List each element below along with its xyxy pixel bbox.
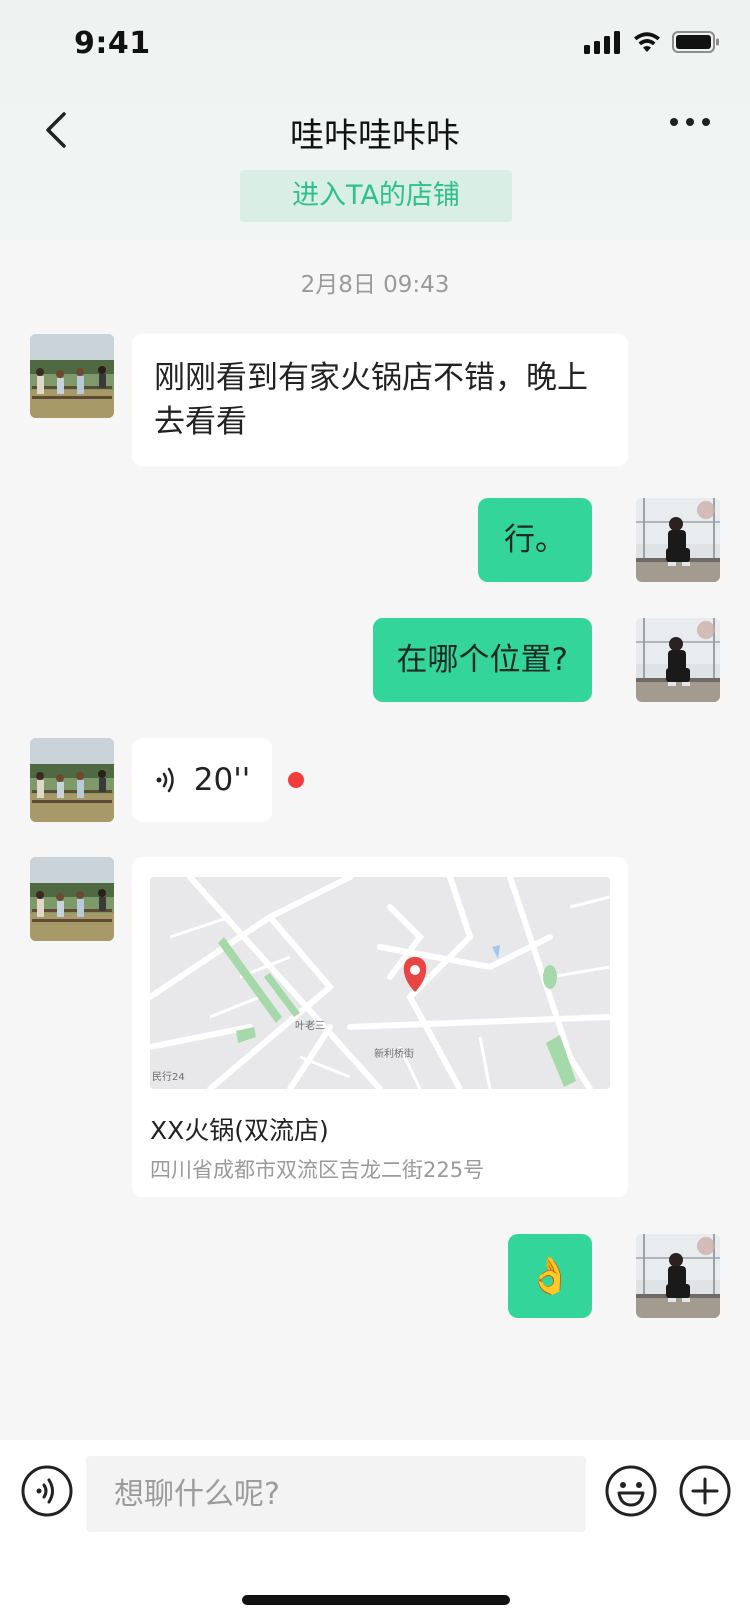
emoji-icon[interactable] — [604, 1464, 658, 1518]
location-map[interactable]: 叶老三 新利桥街 民行24 — [150, 877, 610, 1089]
voice-icon[interactable] — [20, 1464, 74, 1518]
voice-message-bubble[interactable]: 20'' — [132, 738, 272, 822]
voice-wave-icon — [156, 767, 174, 793]
contact-avatar[interactable] — [30, 857, 114, 941]
chat-header: 9:41 哇咔哇咔咔 进入TA的店铺 — [0, 0, 750, 240]
my-avatar[interactable] — [636, 498, 720, 582]
wifi-icon — [634, 32, 660, 52]
svg-text:民行24: 民行24 — [152, 1070, 185, 1083]
message-timestamp: 2月8日 09:43 — [300, 272, 450, 298]
location-name: XX火锅(双流店) — [150, 1116, 329, 1145]
battery-icon — [672, 31, 719, 53]
chat-title: 哇咔哇咔咔 — [290, 116, 460, 156]
home-indicator — [242, 1595, 510, 1605]
location-card[interactable]: 叶老三 新利桥街 民行24 XX火锅(双流店) 四川省成都市双流区吉龙二街225… — [132, 857, 628, 1197]
unread-dot — [288, 772, 304, 788]
nav-bar: 哇咔哇咔咔 — [0, 90, 750, 170]
my-avatar[interactable] — [636, 618, 720, 702]
svg-text:新利桥街: 新利桥街 — [374, 1047, 414, 1060]
plus-icon[interactable] — [678, 1464, 732, 1518]
message-bubble-sent-emoji[interactable]: 👌 — [508, 1234, 592, 1318]
voice-duration: 20'' — [193, 762, 251, 798]
status-bar: 9:41 — [0, 0, 750, 90]
contact-avatar[interactable] — [30, 334, 114, 418]
location-address: 四川省成都市双流区吉龙二街225号 — [150, 1158, 485, 1182]
my-avatar[interactable] — [636, 1234, 720, 1318]
message-input[interactable] — [86, 1456, 586, 1532]
message-bubble-sent[interactable]: 行。 — [478, 498, 592, 582]
more-icon[interactable] — [670, 118, 710, 126]
message-bubble-sent[interactable]: 在哪个位置? — [372, 618, 592, 702]
status-time: 9:41 — [74, 26, 151, 61]
ok-hand-emoji: 👌 — [527, 1256, 573, 1297]
message-bubble-received[interactable]: 刚刚看到有家火锅店不错，晚上去看看 — [132, 334, 628, 466]
signal-icon — [584, 30, 622, 54]
contact-avatar[interactable] — [30, 738, 114, 822]
svg-text:叶老三: 叶老三 — [295, 1019, 325, 1032]
status-icons — [584, 30, 720, 54]
enter-store-button[interactable]: 进入TA的店铺 — [240, 170, 512, 222]
